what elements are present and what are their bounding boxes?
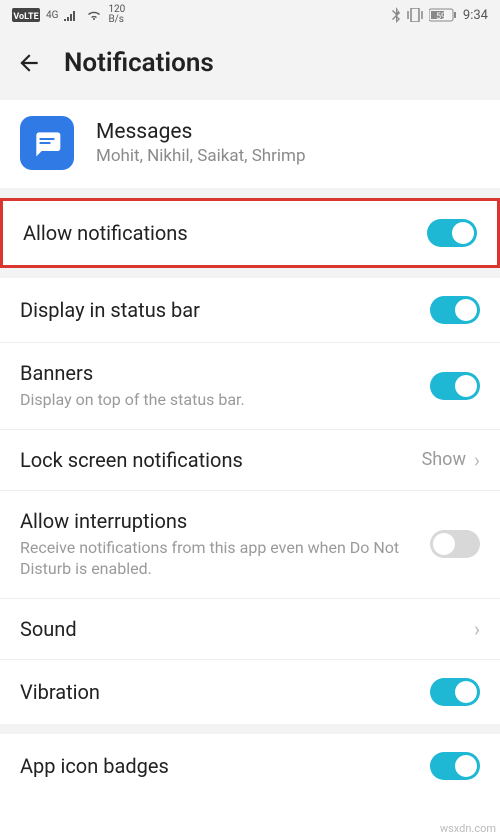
volte-icon: VoLTE <box>12 8 40 22</box>
setting-sound[interactable]: Sound › <box>0 599 500 660</box>
messages-app-icon <box>20 116 74 170</box>
section-gap <box>0 268 500 278</box>
header: Notifications <box>0 30 500 100</box>
status-bar: VoLTE 4G 120 B/s 59 9:34 <box>0 0 500 30</box>
setting-label: Vibration <box>20 680 430 704</box>
setting-allow-interruptions[interactable]: Allow interruptions Receive notification… <box>0 491 500 599</box>
network-4g: 4G <box>46 10 58 21</box>
watermark: wsxdn.com <box>440 822 496 835</box>
setting-label: Banners <box>20 361 430 385</box>
interruptions-toggle[interactable] <box>430 530 480 558</box>
wifi-icon <box>86 9 102 21</box>
banners-toggle[interactable] <box>430 372 480 400</box>
app-info-row: Messages Mohit, Nikhil, Saikat, Shrimp <box>0 100 500 188</box>
back-icon[interactable] <box>16 50 42 76</box>
setting-label: Allow interruptions <box>20 509 430 533</box>
setting-label: App icon badges <box>20 754 430 778</box>
clock: 9:34 <box>463 8 488 23</box>
setting-label: Allow notifications <box>23 221 427 245</box>
app-subtitle: Mohit, Nikhil, Saikat, Shrimp <box>96 146 306 166</box>
setting-banners[interactable]: Banners Display on top of the status bar… <box>0 343 500 430</box>
setting-app-icon-badges[interactable]: App icon badges <box>0 734 500 798</box>
lock-screen-value: Show <box>422 449 466 470</box>
setting-label: Sound <box>20 617 474 641</box>
setting-sublabel: Receive notifications from this app even… <box>20 537 430 580</box>
vibrate-icon <box>407 8 423 22</box>
setting-label: Display in status bar <box>20 298 430 322</box>
setting-label: Lock screen notifications <box>20 448 422 472</box>
battery-icon: 59 <box>429 8 457 22</box>
svg-text:VoLTE: VoLTE <box>13 12 38 22</box>
badges-toggle[interactable] <box>430 752 480 780</box>
section-gap <box>0 724 500 734</box>
network-speed: 120 B/s <box>108 5 125 25</box>
setting-allow-notifications[interactable]: Allow notifications <box>3 201 497 265</box>
allow-notifications-toggle[interactable] <box>427 219 477 247</box>
signal-icon <box>64 9 80 21</box>
setting-lock-screen[interactable]: Lock screen notifications Show › <box>0 430 500 491</box>
svg-text:59: 59 <box>436 12 446 22</box>
page-title: Notifications <box>64 48 214 78</box>
display-status-bar-toggle[interactable] <box>430 296 480 324</box>
setting-display-status-bar[interactable]: Display in status bar <box>0 278 500 343</box>
highlighted-setting: Allow notifications <box>0 198 500 268</box>
setting-sublabel: Display on top of the status bar. <box>20 389 430 411</box>
chevron-right-icon: › <box>474 617 480 641</box>
section-gap <box>0 188 500 198</box>
chevron-right-icon: › <box>474 448 480 472</box>
app-name: Messages <box>96 120 306 144</box>
bluetooth-icon <box>391 7 401 23</box>
vibration-toggle[interactable] <box>430 678 480 706</box>
setting-vibration[interactable]: Vibration <box>0 660 500 724</box>
